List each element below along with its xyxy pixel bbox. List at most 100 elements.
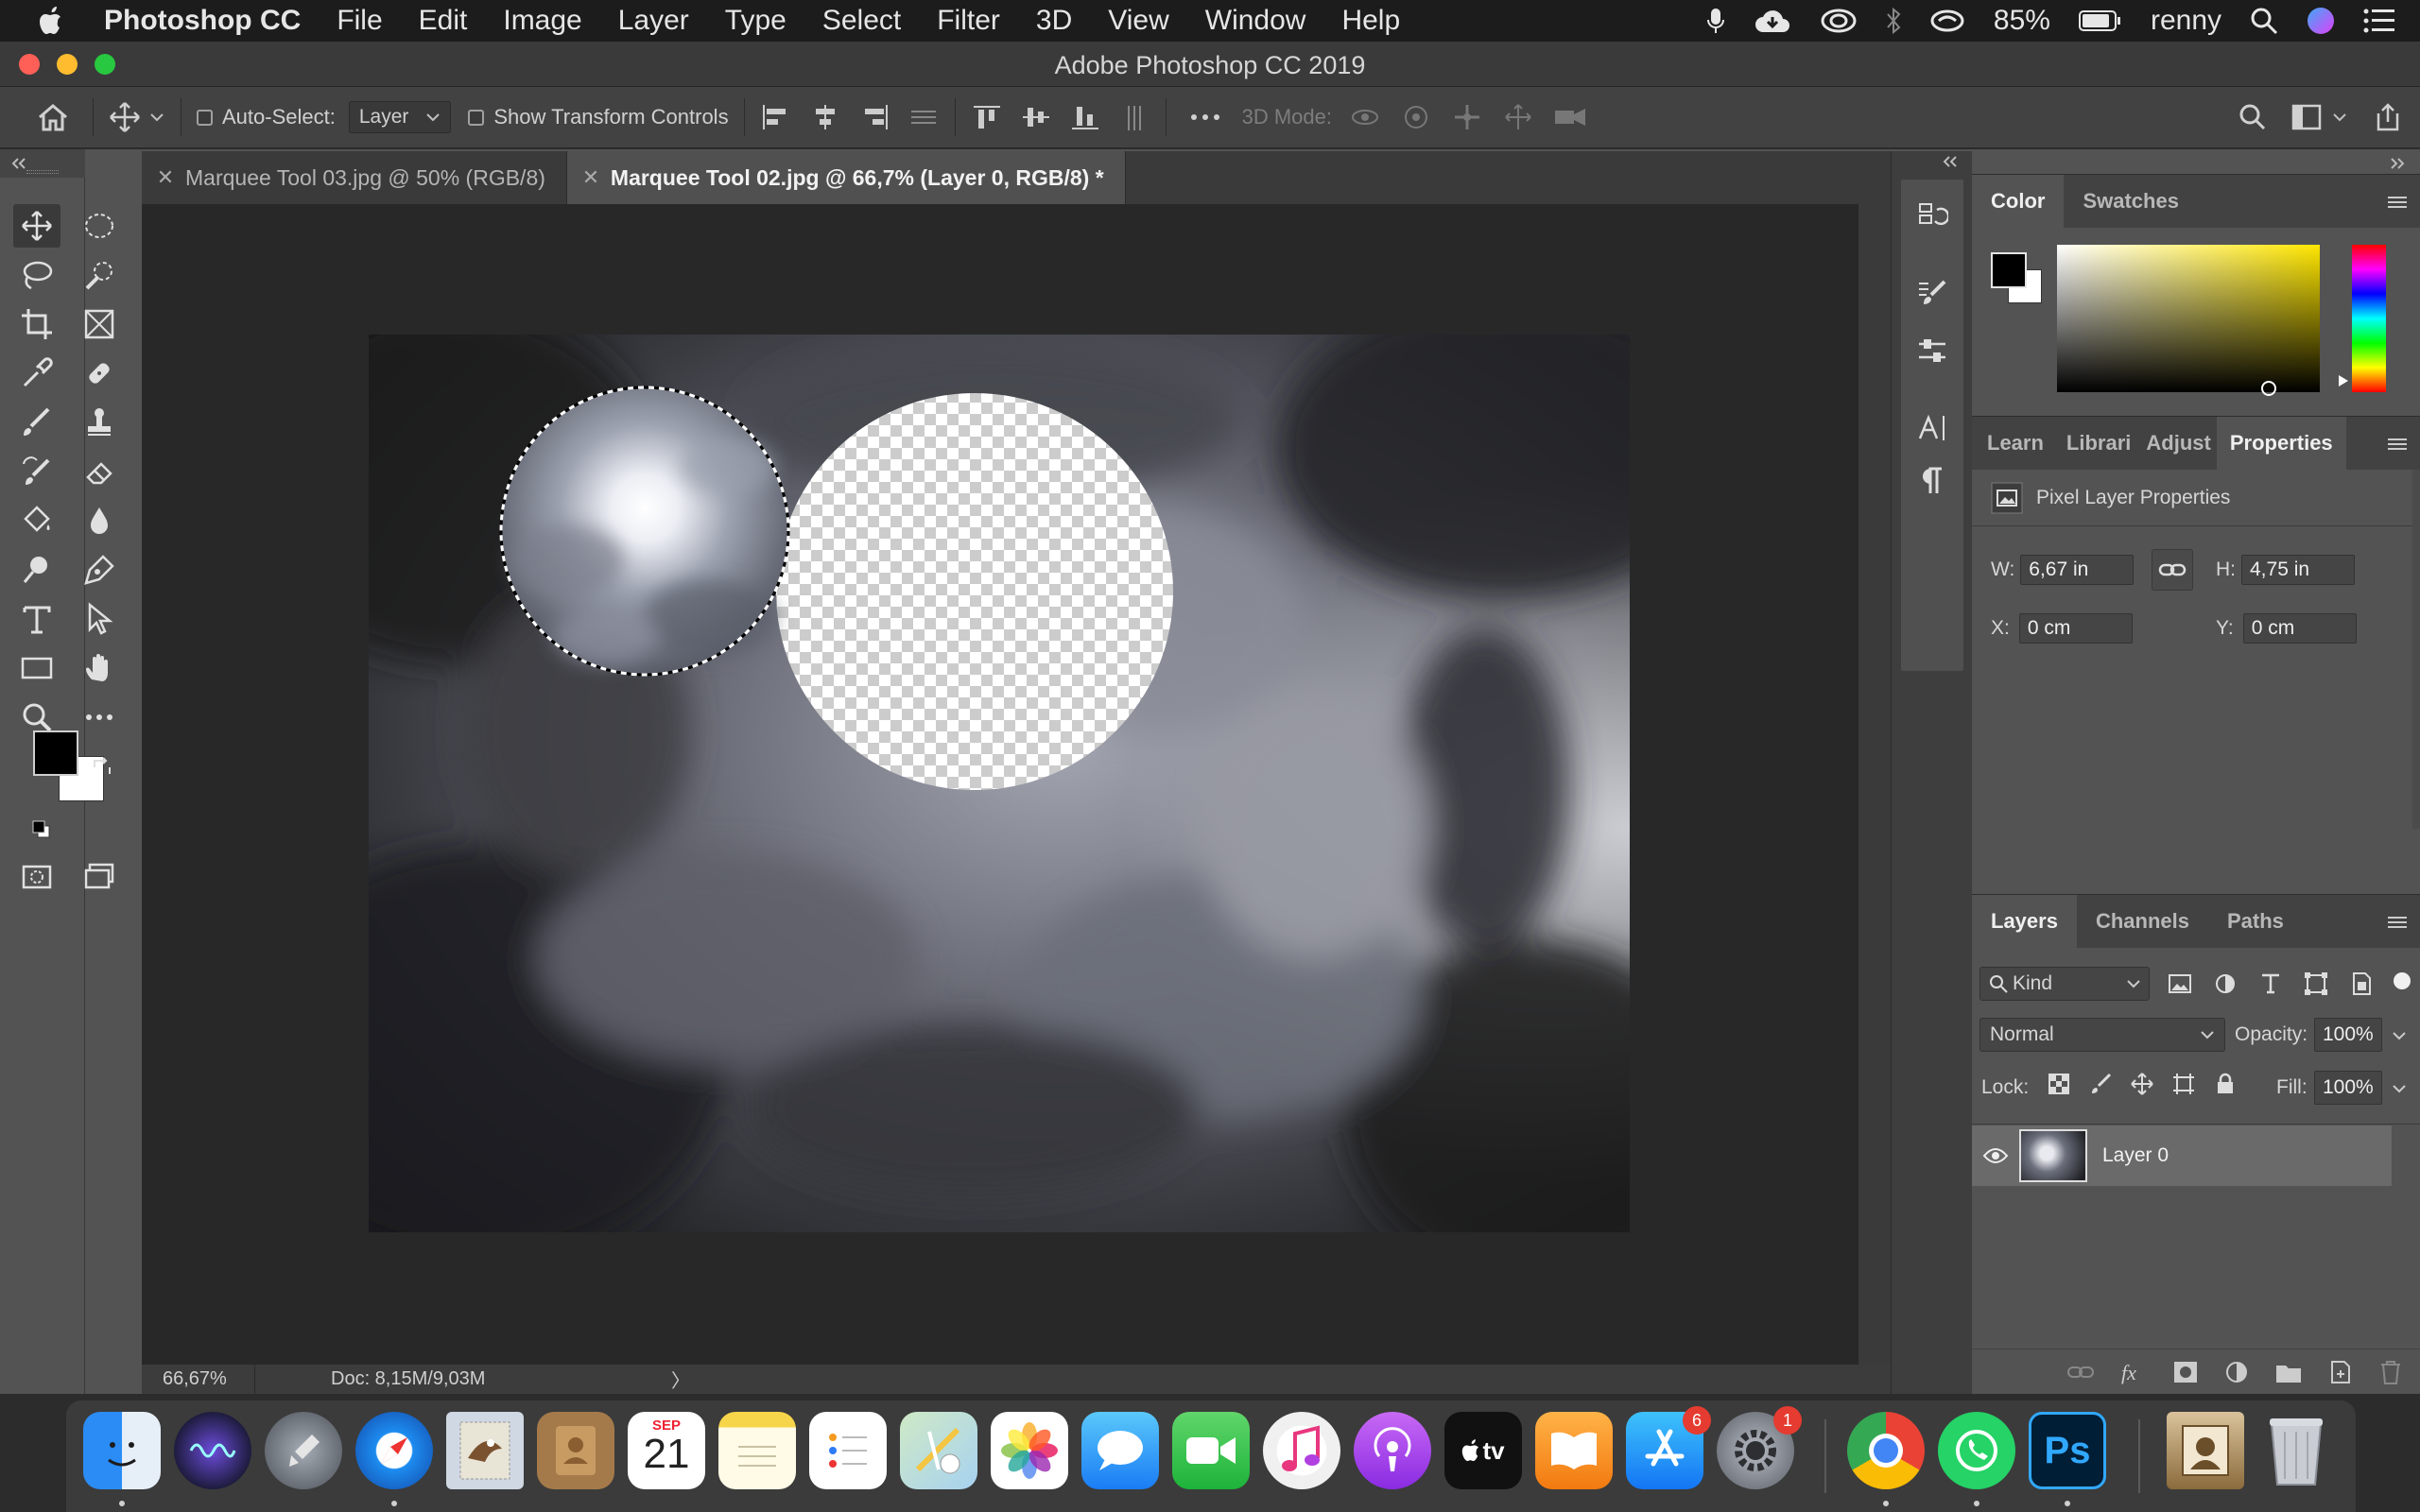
- close-tab-icon[interactable]: ✕: [577, 165, 605, 190]
- screen-mode-button[interactable]: [76, 854, 123, 898]
- dock-calendar[interactable]: SEP 21: [628, 1412, 705, 1489]
- history-panel-icon[interactable]: [1912, 197, 1952, 236]
- add-mask-icon[interactable]: [2172, 1360, 2199, 1384]
- tab-adjustments[interactable]: Adjust: [2136, 417, 2216, 470]
- width-field[interactable]: 6,67 in: [2020, 555, 2135, 585]
- dock-launchpad[interactable]: [265, 1412, 342, 1489]
- blur-tool[interactable]: [76, 499, 123, 542]
- tab-color[interactable]: Color: [1972, 175, 2065, 228]
- layer-visibility-toggle[interactable]: [1972, 1147, 2019, 1164]
- battery-percent[interactable]: 85%: [1994, 5, 2050, 37]
- default-colors-icon[interactable]: [30, 818, 53, 841]
- document-canvas-image[interactable]: [369, 335, 1630, 1232]
- color-picker-handle[interactable]: [2261, 381, 2276, 396]
- adjustments-sliders-icon[interactable]: [1912, 331, 1952, 370]
- filter-smart-object-icon[interactable]: [2348, 971, 2375, 997]
- filter-shape-icon[interactable]: [2303, 971, 2329, 997]
- canvas-area[interactable]: [142, 204, 1858, 1365]
- 3d-slide-icon[interactable]: [1502, 103, 1534, 131]
- dock-downloads-stack[interactable]: [2167, 1412, 2244, 1489]
- brush-settings-icon[interactable]: [1912, 274, 1952, 314]
- dock-siri[interactable]: [174, 1412, 251, 1489]
- dock-system-preferences[interactable]: 1: [1717, 1406, 1802, 1489]
- distribute-icon[interactable]: [908, 103, 940, 131]
- tab-libraries[interactable]: Librari: [2059, 417, 2136, 470]
- opacity-field[interactable]: 100%: [2314, 1018, 2382, 1052]
- tab-channels[interactable]: Channels: [2077, 895, 2208, 948]
- height-field[interactable]: 4,75 in: [2241, 555, 2355, 585]
- align-bottom-icon[interactable]: [1069, 103, 1101, 131]
- lock-all-icon[interactable]: [2214, 1073, 2237, 1095]
- menu-filter[interactable]: Filter: [919, 5, 1018, 37]
- dock-whatsapp[interactable]: [1938, 1412, 2015, 1489]
- menu-edit[interactable]: Edit: [401, 5, 486, 37]
- dodge-tool[interactable]: [13, 548, 60, 592]
- 3d-orbit-icon[interactable]: [1349, 103, 1381, 131]
- document-tab-active[interactable]: ✕ Marquee Tool 02.jpg @ 66,7% (Layer 0, …: [566, 151, 1126, 204]
- lock-transparency-icon[interactable]: [2048, 1073, 2070, 1095]
- paint-bucket-tool[interactable]: [13, 499, 60, 542]
- collapse-toolbar-icon[interactable]: [9, 157, 28, 170]
- layer-row[interactable]: Layer 0: [1972, 1125, 2392, 1186]
- tab-swatches[interactable]: Swatches: [2064, 175, 2198, 228]
- menu-3d[interactable]: 3D: [1018, 5, 1090, 37]
- microphone-icon[interactable]: [1706, 7, 1725, 35]
- share-icon[interactable]: [2373, 102, 2403, 132]
- apple-menu-icon[interactable]: [0, 6, 104, 36]
- elliptical-marquee-tool[interactable]: [76, 204, 123, 248]
- dock-app-store[interactable]: 6: [1626, 1406, 1711, 1489]
- auto-select-dropdown[interactable]: Layer: [348, 101, 452, 133]
- frame-tool[interactable]: [76, 302, 123, 346]
- paragraph-panel-icon[interactable]: [1912, 461, 1952, 501]
- menu-file[interactable]: File: [319, 5, 400, 37]
- dock-reminders[interactable]: [809, 1412, 887, 1489]
- hand-tool[interactable]: [76, 646, 123, 690]
- dock-mail-stamp[interactable]: [446, 1412, 524, 1489]
- document-tab[interactable]: ✕ Marquee Tool 03.jpg @ 50% (RGB/8): [142, 151, 567, 204]
- dock-books[interactable]: [1535, 1412, 1613, 1489]
- auto-select-checkbox[interactable]: [197, 109, 213, 126]
- crop-tool[interactable]: [13, 302, 60, 346]
- new-layer-icon[interactable]: [2327, 1359, 2354, 1385]
- expand-panels-icon[interactable]: [1941, 155, 1960, 168]
- vertical-scrollbar[interactable]: [1858, 204, 1891, 1365]
- healing-brush-tool[interactable]: [76, 352, 123, 395]
- cast-icon[interactable]: [1929, 8, 1965, 34]
- show-transform-checkbox[interactable]: [468, 109, 485, 126]
- panel-menu-icon[interactable]: [2388, 916, 2407, 929]
- dock-podcasts[interactable]: [1354, 1412, 1431, 1489]
- dock-photos[interactable]: [991, 1412, 1068, 1489]
- zoom-level[interactable]: 66,67%: [142, 1365, 255, 1394]
- menu-image[interactable]: Image: [485, 5, 599, 37]
- creative-cloud-icon[interactable]: [1754, 8, 1791, 34]
- align-top-icon[interactable]: [971, 103, 1003, 131]
- blend-mode-dropdown[interactable]: Normal: [1979, 1018, 2225, 1052]
- x-position-field[interactable]: 0 cm: [2018, 613, 2133, 644]
- dock-apple-tv[interactable]: tv: [1444, 1412, 1522, 1489]
- dock-trash[interactable]: [2257, 1412, 2335, 1489]
- dock-facetime[interactable]: [1172, 1412, 1250, 1489]
- menu-layer[interactable]: Layer: [600, 5, 707, 37]
- hue-slider-handle-icon[interactable]: [2337, 373, 2350, 388]
- dock-safari[interactable]: [355, 1412, 433, 1489]
- layer-filter-dropdown[interactable]: Kind: [1979, 967, 2150, 1001]
- quick-selection-tool[interactable]: [76, 253, 123, 297]
- filter-pixel-icon[interactable]: [2167, 971, 2193, 997]
- notification-center-icon[interactable]: [2363, 9, 2395, 33]
- properties-scrollbar[interactable]: [2412, 470, 2420, 829]
- align-middle-icon[interactable]: [1020, 103, 1052, 131]
- battery-icon[interactable]: [2078, 9, 2122, 32]
- adobe-cc-icon[interactable]: [1820, 8, 1858, 34]
- tab-learn[interactable]: Learn: [1972, 417, 2059, 470]
- menu-help[interactable]: Help: [1323, 5, 1418, 37]
- lasso-tool[interactable]: [13, 253, 60, 297]
- dock-messages[interactable]: [1081, 1412, 1159, 1489]
- 3d-pan-icon[interactable]: [1451, 103, 1483, 131]
- delete-layer-icon[interactable]: [2378, 1359, 2403, 1385]
- app-name-menu[interactable]: Photoshop CC: [104, 5, 319, 37]
- y-position-field[interactable]: 0 cm: [2242, 613, 2357, 644]
- dock-contacts[interactable]: [537, 1412, 614, 1489]
- home-icon[interactable]: [28, 103, 78, 131]
- history-brush-tool[interactable]: [13, 450, 60, 493]
- layer-styles-fx-icon[interactable]: fx: [2119, 1360, 2148, 1384]
